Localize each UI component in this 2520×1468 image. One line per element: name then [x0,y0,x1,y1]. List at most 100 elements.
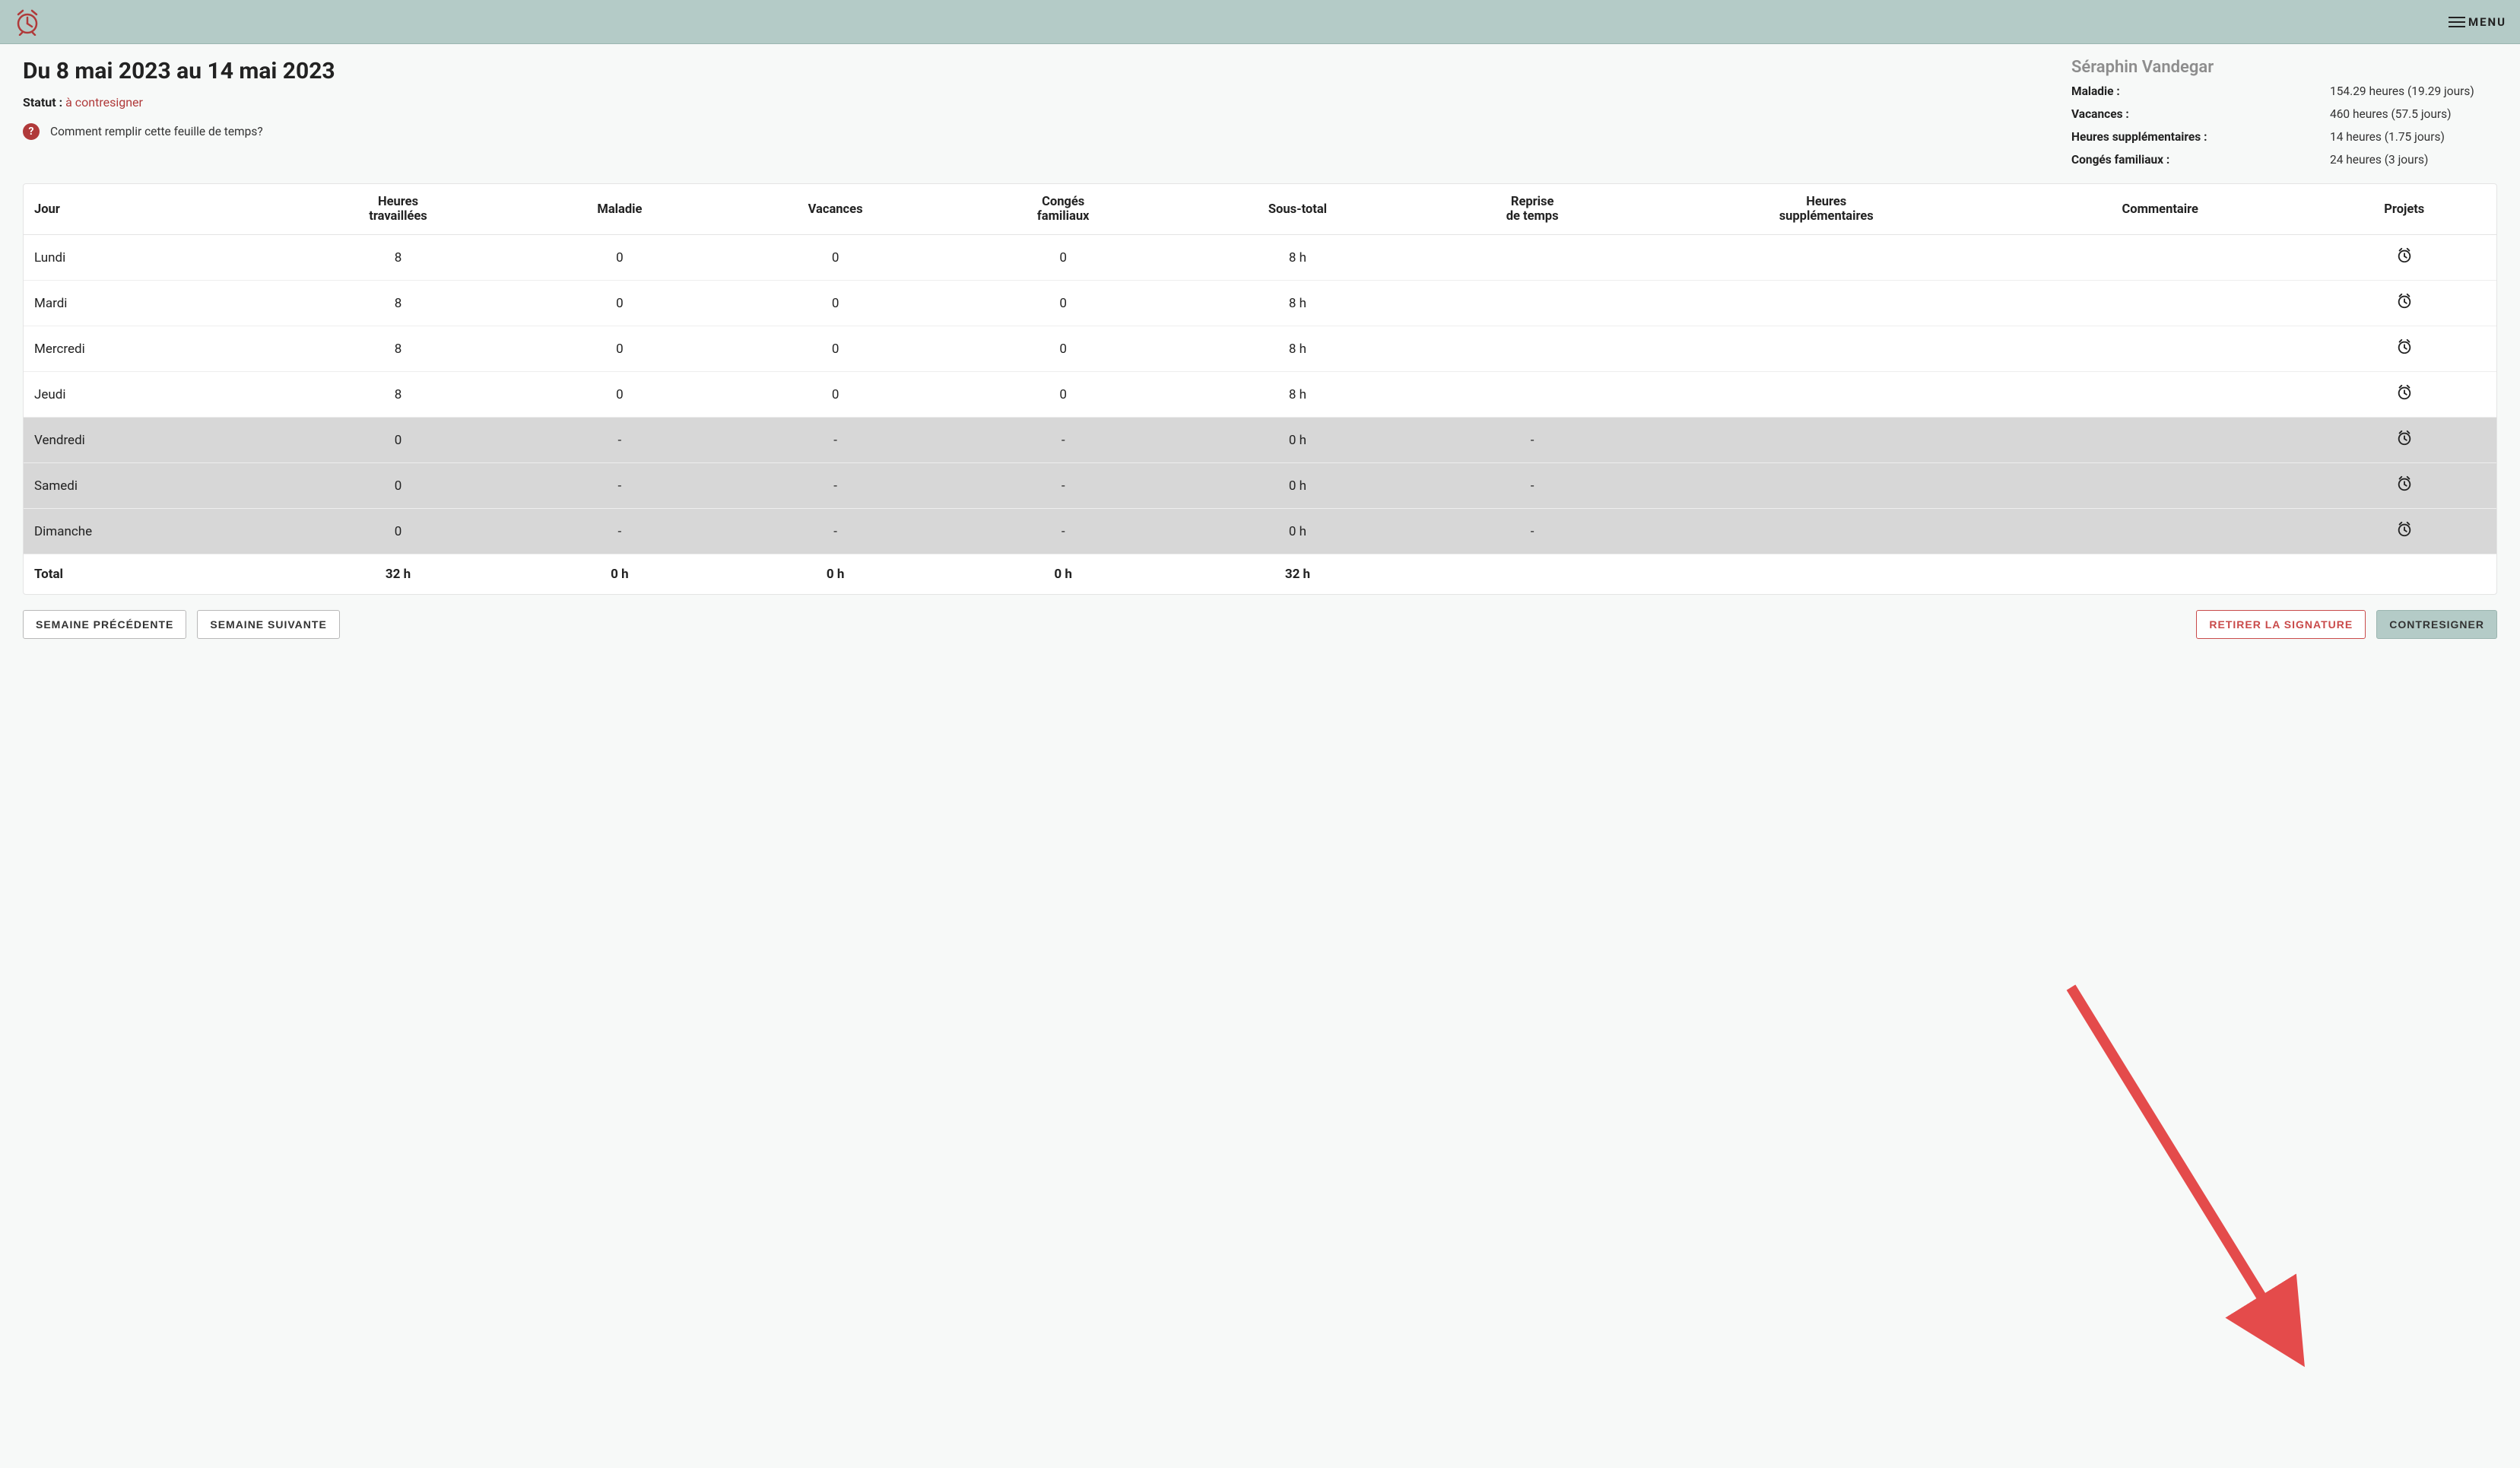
timesheet-table: JourHeurestravailléesMaladieVacancesCong… [24,184,2496,594]
worked-cell: 8 [276,281,519,326]
family-cell: 0 [951,326,1175,372]
clock-icon[interactable] [2396,338,2413,355]
status-value: à contresigner [65,95,143,110]
subtotal-cell: 8 h [1175,281,1420,326]
recovery-cell [1420,235,1645,281]
family-cell: 0 [951,372,1175,418]
retract-signature-button[interactable]: RETIRER LA SIGNATURE [2196,610,2366,639]
day-cell: Jeudi [24,372,276,418]
recovery-cell [1420,326,1645,372]
comment-cell [2008,235,2312,281]
column-header: Projets [2312,184,2496,235]
subtotal-cell: 8 h [1175,326,1420,372]
family-cell: - [951,509,1175,554]
family-cell: - [951,418,1175,463]
clock-icon[interactable] [2396,430,2413,446]
table-row: Dimanche0---0 h- [24,509,2496,554]
clock-icon[interactable] [2396,521,2413,538]
family-cell: 0 [951,281,1175,326]
day-cell: Lundi [24,235,276,281]
clock-icon[interactable] [2396,384,2413,401]
table-row: Mercredi80008 h [24,326,2496,372]
vacation-cell: 0 [719,326,951,372]
overtime-cell [1645,509,2008,554]
total-overtime [1645,554,2008,595]
topbar: MENU [0,0,2520,44]
countersign-button[interactable]: CONTRESIGNER [2376,610,2497,639]
sick-cell: - [520,418,719,463]
summary-value: 460 heures (57.5 jours) [2330,107,2497,121]
summary-label: Congés familiaux : [2071,153,2330,167]
vacation-cell: 0 [719,235,951,281]
comment-cell [2008,372,2312,418]
recovery-cell: - [1420,463,1645,509]
worked-cell: 0 [276,509,519,554]
total-family: 0 h [951,554,1175,595]
subtotal-cell: 0 h [1175,509,1420,554]
sick-cell: 0 [520,235,719,281]
column-header: Sous-total [1175,184,1420,235]
overtime-cell [1645,281,2008,326]
sick-cell: 0 [520,281,719,326]
summary-value: 154.29 heures (19.29 jours) [2330,84,2497,98]
family-cell: 0 [951,235,1175,281]
total-recovery [1420,554,1645,595]
help-link[interactable]: ? Comment remplir cette feuille de temps… [23,123,335,140]
comment-cell [2008,281,2312,326]
help-text: Comment remplir cette feuille de temps? [50,125,263,138]
comment-cell [2008,509,2312,554]
user-name: Séraphin Vandegar [2071,58,2497,77]
column-header: Maladie [520,184,719,235]
summary-label: Heures supplémentaires : [2071,130,2330,144]
worked-cell: 8 [276,372,519,418]
total-label: Total [24,554,276,595]
clock-icon[interactable] [2396,293,2413,310]
prev-week-button[interactable]: SEMAINE PRÉCÉDENTE [23,610,186,639]
day-cell: Mercredi [24,326,276,372]
sick-cell: 0 [520,326,719,372]
vacation-cell: - [719,418,951,463]
clock-icon[interactable] [2396,247,2413,264]
day-cell: Samedi [24,463,276,509]
overtime-cell [1645,418,2008,463]
table-row: Jeudi80008 h [24,372,2496,418]
worked-cell: 0 [276,463,519,509]
comment-cell [2008,326,2312,372]
clock-icon[interactable] [2396,475,2413,492]
table-row: Lundi80008 h [24,235,2496,281]
recovery-cell [1420,372,1645,418]
subtotal-cell: 0 h [1175,418,1420,463]
day-cell: Mardi [24,281,276,326]
total-sick: 0 h [520,554,719,595]
next-week-button[interactable]: SEMAINE SUIVANTE [197,610,339,639]
worked-cell: 0 [276,418,519,463]
recovery-cell: - [1420,418,1645,463]
projects-cell [2312,372,2496,418]
table-row: Mardi80008 h [24,281,2496,326]
total-comment [2008,554,2312,595]
column-header: Congésfamiliaux [951,184,1175,235]
total-subtotal: 32 h [1175,554,1420,595]
summary-value: 14 heures (1.75 jours) [2330,130,2497,144]
comment-cell [2008,463,2312,509]
menu-label: MENU [2468,15,2506,29]
column-header: Reprisede temps [1420,184,1645,235]
question-icon: ? [23,123,40,140]
column-header: Jour [24,184,276,235]
comment-cell [2008,418,2312,463]
overtime-cell [1645,372,2008,418]
table-row: Vendredi0---0 h- [24,418,2496,463]
menu-button[interactable]: MENU [2449,15,2506,29]
recovery-cell: - [1420,509,1645,554]
worked-cell: 8 [276,326,519,372]
vacation-cell: 0 [719,281,951,326]
table-row: Samedi0---0 h- [24,463,2496,509]
total-vacation: 0 h [719,554,951,595]
sick-cell: 0 [520,372,719,418]
family-cell: - [951,463,1175,509]
column-header: Heurestravaillées [276,184,519,235]
status-line: Statut : à contresigner [23,95,335,110]
projects-cell [2312,326,2496,372]
day-cell: Dimanche [24,509,276,554]
sick-cell: - [520,509,719,554]
